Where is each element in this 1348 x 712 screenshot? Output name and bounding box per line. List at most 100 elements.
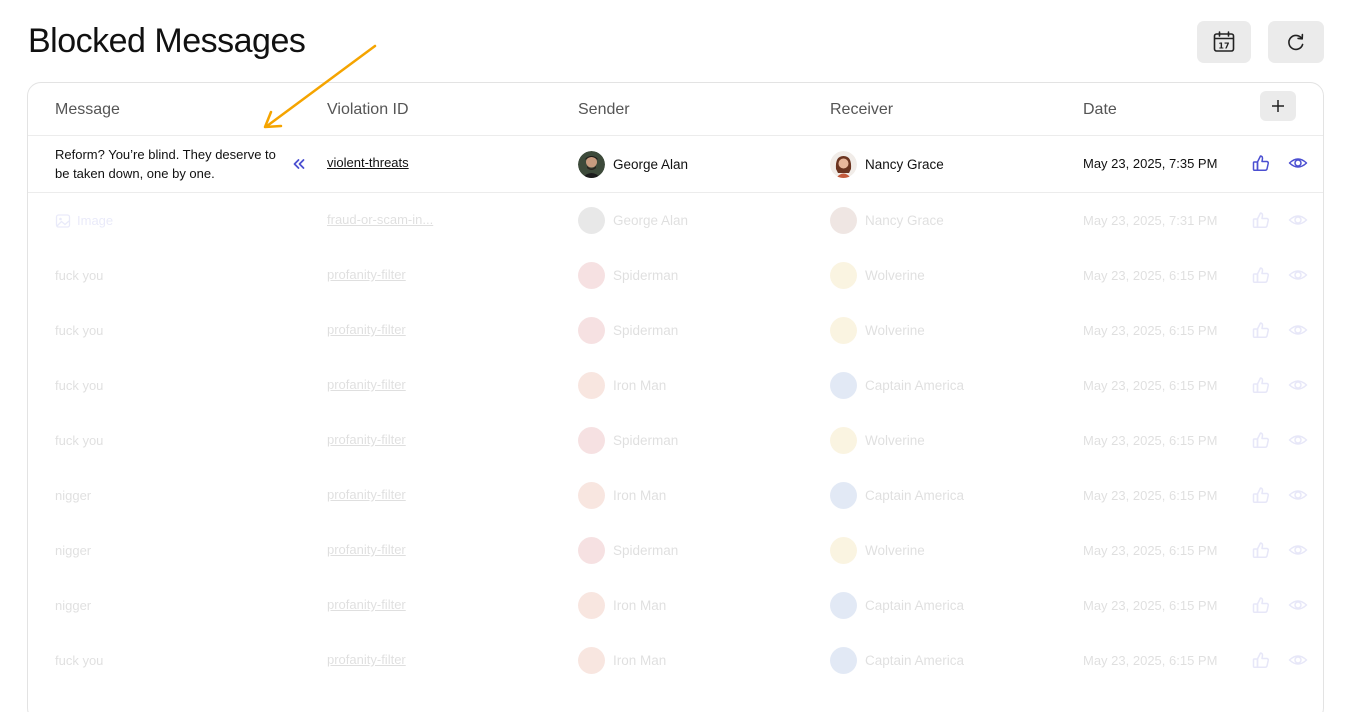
avatar: [830, 482, 857, 509]
message-date: May 23, 2025, 6:15 PM: [1083, 433, 1218, 448]
violation-id-link[interactable]: profanity-filter: [327, 542, 406, 557]
sender: Spiderman: [578, 262, 678, 289]
thumbs-up-icon[interactable]: [1251, 210, 1271, 230]
table-row[interactable]: fuck you profanity-filter Spiderman Wolv…: [28, 413, 1323, 468]
receiver: Captain America: [830, 482, 964, 509]
column-message: Message: [55, 101, 120, 118]
sender: Iron Man: [578, 482, 666, 509]
refresh-button[interactable]: [1268, 21, 1324, 63]
double-chevron-left-icon[interactable]: [290, 154, 308, 174]
sender: Spiderman: [578, 537, 678, 564]
message-text: fuck you: [55, 431, 287, 450]
table-row[interactable]: fuck you profanity-filter Spiderman Wolv…: [28, 303, 1323, 358]
message-body: fuck you: [55, 268, 104, 283]
violation-id-link[interactable]: profanity-filter: [327, 322, 406, 337]
receiver-name: Wolverine: [865, 323, 925, 338]
eye-icon[interactable]: [1288, 153, 1308, 173]
message-body: Image: [77, 213, 114, 228]
table-row[interactable]: nigger profanity-filter Iron Man Captain…: [28, 468, 1323, 523]
column-receiver: Receiver: [830, 101, 894, 118]
violation-id-link[interactable]: profanity-filter: [327, 597, 406, 612]
thumbs-up-icon[interactable]: [1251, 485, 1271, 505]
receiver: Nancy Grace: [830, 151, 944, 178]
receiver-name: Captain America: [865, 378, 965, 393]
sender: Spiderman: [578, 317, 678, 344]
message-date: May 23, 2025, 7:35 PM: [1083, 156, 1218, 171]
avatar: [578, 537, 605, 564]
violation-id-link[interactable]: profanity-filter: [327, 377, 406, 392]
message-date: May 23, 2025, 6:15 PM: [1083, 268, 1218, 283]
receiver-name: Wolverine: [865, 268, 925, 283]
eye-icon[interactable]: [1288, 485, 1308, 505]
thumbs-up-icon[interactable]: [1251, 650, 1271, 670]
message-body: fuck you: [55, 323, 104, 338]
calendar-icon: 17: [1213, 31, 1235, 52]
receiver: Wolverine: [830, 537, 925, 564]
table-row[interactable]: fuck you profanity-filter Spiderman Wolv…: [28, 248, 1323, 303]
avatar: [578, 647, 605, 674]
calendar-button[interactable]: 17: [1197, 21, 1251, 63]
avatar: [578, 592, 605, 619]
eye-icon[interactable]: [1288, 265, 1308, 285]
table-row[interactable]: Image fraud-or-scam-in... George Alan Na…: [28, 193, 1323, 248]
table-row[interactable]: fuck you profanity-filter Iron Man Capta…: [28, 633, 1323, 688]
message-body: fuck you: [55, 433, 104, 448]
thumbs-up-icon[interactable]: [1251, 430, 1271, 450]
eye-icon[interactable]: [1288, 430, 1308, 450]
message-date: May 23, 2025, 6:15 PM: [1083, 543, 1218, 558]
table-row[interactable]: Reform? You’re blind. They deserve to be…: [28, 136, 1323, 193]
table-row[interactable]: fuck you profanity-filter Iron Man Capta…: [28, 358, 1323, 413]
violation-id-link[interactable]: profanity-filter: [327, 487, 406, 502]
table-row[interactable]: nigger profanity-filter Iron Man Captain…: [28, 578, 1323, 633]
violation-id-link[interactable]: violent-threats: [327, 155, 409, 170]
thumbs-up-icon[interactable]: [1251, 375, 1271, 395]
message-body: nigger: [55, 543, 92, 558]
avatar: [830, 317, 857, 344]
sender-name: Spiderman: [613, 433, 679, 448]
message-text: nigger: [55, 596, 287, 615]
avatar: [830, 592, 857, 619]
receiver-name: Captain America: [865, 598, 965, 613]
message-body: fuck you: [55, 653, 104, 668]
eye-icon[interactable]: [1288, 210, 1308, 230]
message-text: Image: [55, 211, 287, 230]
thumbs-up-icon[interactable]: [1251, 153, 1271, 173]
avatar: [578, 427, 605, 454]
add-column-button[interactable]: [1260, 91, 1296, 121]
sender: Iron Man: [578, 592, 666, 619]
receiver-name: Nancy Grace: [865, 157, 944, 172]
column-sender: Sender: [578, 101, 630, 118]
violation-id-link[interactable]: profanity-filter: [327, 432, 406, 447]
violation-id-link[interactable]: profanity-filter: [327, 652, 406, 667]
sender-name: Spiderman: [613, 268, 679, 283]
receiver-name: Captain America: [865, 488, 965, 503]
violation-id-link[interactable]: profanity-filter: [327, 267, 406, 282]
avatar: [578, 262, 605, 289]
eye-icon[interactable]: [1288, 320, 1308, 340]
sender-name: Spiderman: [613, 323, 679, 338]
eye-icon[interactable]: [1288, 375, 1308, 395]
annotation-arrow: [263, 44, 377, 129]
calendar-day: 17: [1218, 42, 1229, 51]
table-row[interactable]: nigger profanity-filter Spiderman Wolver…: [28, 523, 1323, 578]
avatar: [830, 151, 857, 178]
receiver: Nancy Grace: [830, 207, 944, 234]
thumbs-up-icon[interactable]: [1251, 265, 1271, 285]
message-date: May 23, 2025, 6:15 PM: [1083, 488, 1218, 503]
thumbs-up-icon[interactable]: [1251, 320, 1271, 340]
thumbs-up-icon[interactable]: [1251, 595, 1271, 615]
message-body: nigger: [55, 488, 92, 503]
column-date: Date: [1083, 101, 1117, 118]
sender-name: Iron Man: [613, 653, 667, 668]
message-text: nigger: [55, 541, 287, 560]
eye-icon[interactable]: [1288, 540, 1308, 560]
eye-icon[interactable]: [1288, 650, 1308, 670]
sender-name: George Alan: [613, 157, 689, 172]
eye-icon[interactable]: [1288, 595, 1308, 615]
sender: Spiderman: [578, 427, 678, 454]
avatar: [578, 372, 605, 399]
thumbs-up-icon[interactable]: [1251, 540, 1271, 560]
sender-name: Iron Man: [613, 488, 667, 503]
plus-icon: [1272, 100, 1284, 112]
violation-id-link[interactable]: fraud-or-scam-in...: [327, 212, 433, 227]
